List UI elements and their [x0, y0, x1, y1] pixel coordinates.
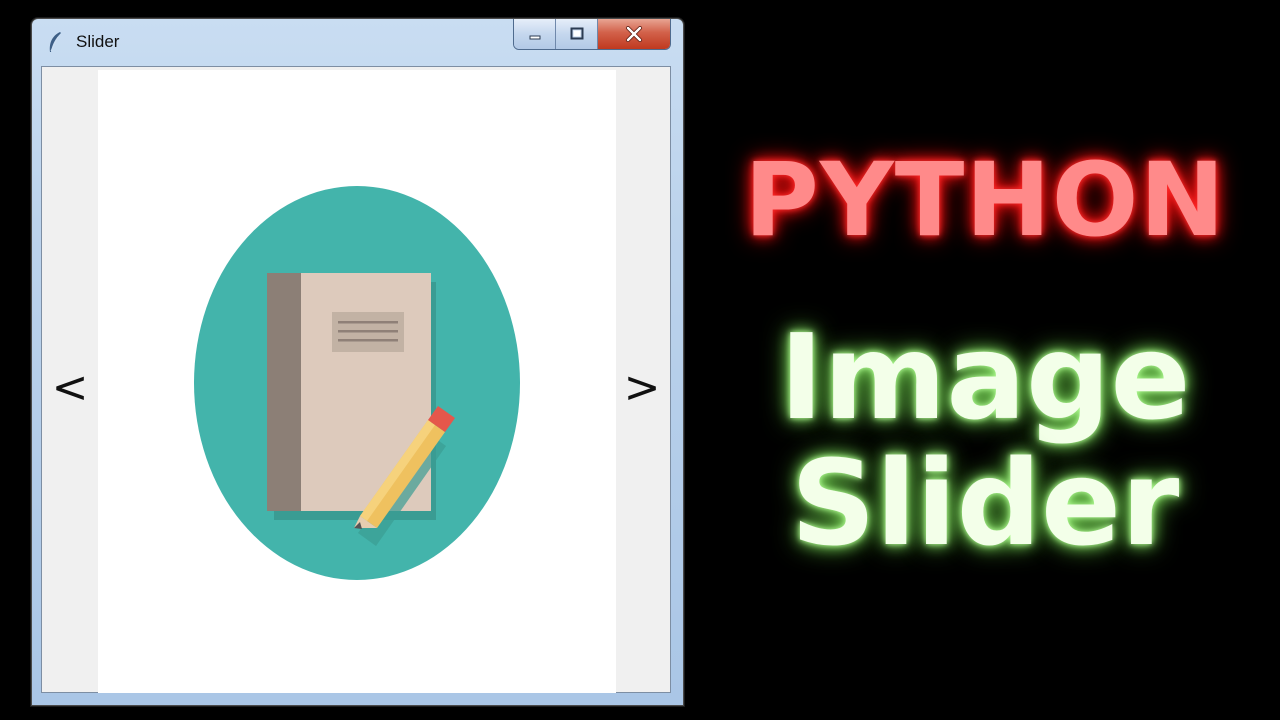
- close-icon: [626, 26, 642, 42]
- headline-image: Image: [779, 308, 1191, 446]
- previous-image-button[interactable]: <: [42, 347, 98, 427]
- minimize-button[interactable]: [514, 19, 556, 49]
- window-controls: [513, 19, 671, 50]
- slider-window: Slider < >: [31, 18, 684, 706]
- maximize-button[interactable]: [556, 19, 598, 49]
- feather-icon: [49, 32, 61, 52]
- next-image-button[interactable]: >: [614, 347, 670, 427]
- headline-slider: Slider: [790, 434, 1180, 572]
- minimize-icon: [529, 35, 540, 40]
- maximize-icon: [570, 27, 583, 40]
- notebook-pencil-illustration: [194, 186, 520, 580]
- notebook-spine: [267, 273, 301, 511]
- close-button[interactable]: [598, 19, 670, 49]
- headline-python: PYTHON: [744, 141, 1226, 260]
- window-client-area: < >: [41, 66, 671, 693]
- window-title: Slider: [76, 32, 120, 51]
- screenshot-stage: Slider < > PYTHON Image Slider: [0, 0, 1280, 720]
- title-bar[interactable]: Slider: [32, 19, 683, 65]
- image-display: [98, 70, 616, 693]
